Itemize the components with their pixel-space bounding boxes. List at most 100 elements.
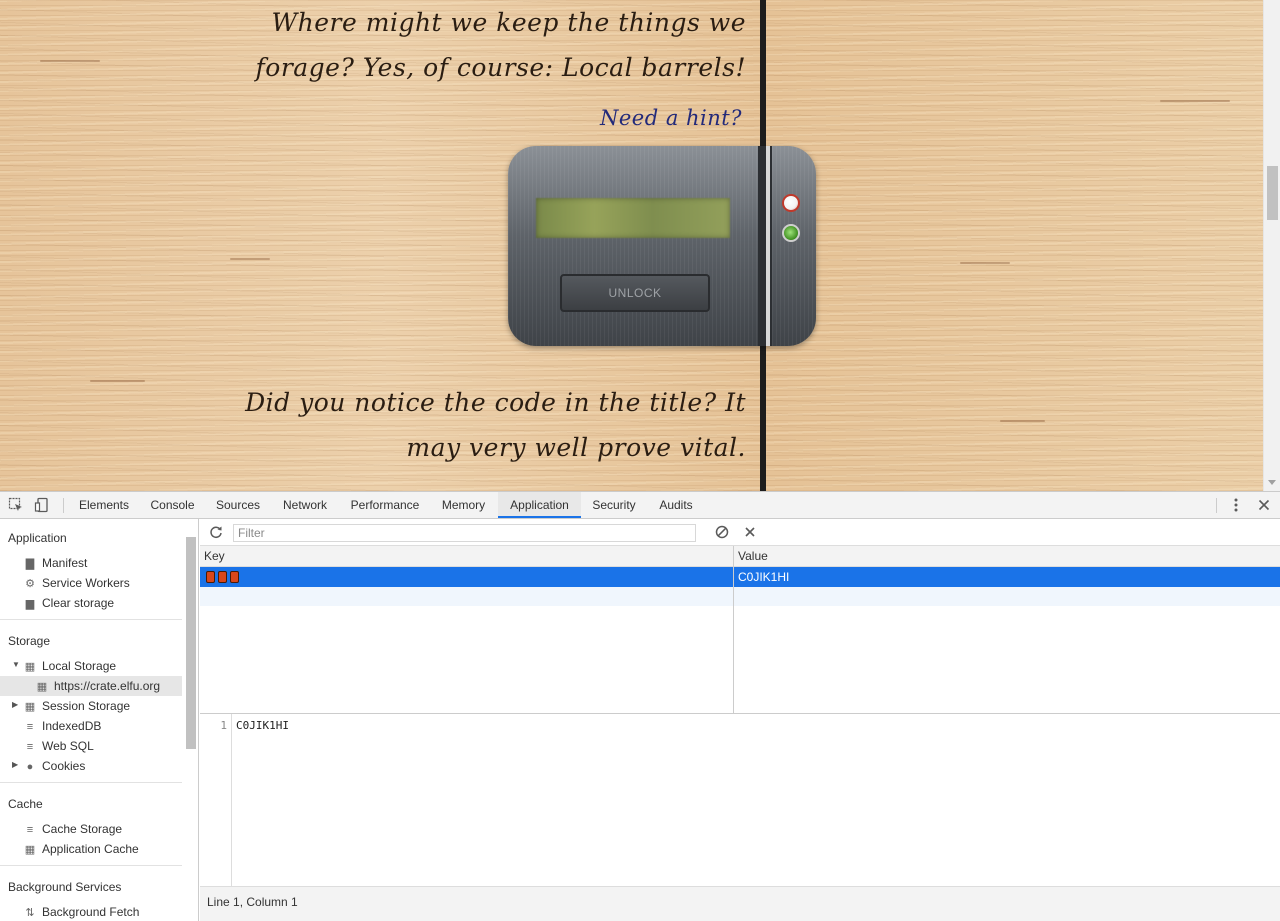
line-gutter: 1	[200, 714, 232, 887]
sidebar-item-label: https://crate.elfu.org	[54, 679, 161, 693]
sidebar-item-label: Cookies	[42, 759, 86, 773]
close-devtools-icon[interactable]	[1256, 497, 1272, 513]
database-icon: ≡	[26, 741, 34, 753]
grid-icon: ▦	[24, 844, 36, 856]
cookie-icon: ●	[26, 761, 34, 773]
column-divider[interactable]	[733, 546, 734, 713]
status-light-red	[782, 194, 800, 212]
sidebar-divider	[0, 865, 182, 866]
tab-sources[interactable]: Sources	[208, 492, 268, 518]
page-text-line: forage? Yes, of course: Local barrels!	[255, 53, 746, 82]
sidebar-item-local-storage-origin[interactable]: ▦ https://crate.elfu.org	[0, 676, 182, 696]
page-text-line: may very well prove vital.	[406, 433, 746, 462]
sidebar-item-background-fetch[interactable]: ⇅ Background Fetch	[24, 902, 139, 921]
tab-audits[interactable]: Audits	[648, 492, 704, 518]
wood-grain	[230, 258, 270, 260]
lock-display	[536, 198, 730, 238]
toolbar-divider	[1216, 498, 1217, 513]
wood-grain	[40, 60, 100, 62]
filter-toolbar	[200, 519, 1280, 546]
barrel-icon	[230, 571, 239, 583]
sidebar-item-local-storage[interactable]: ▦ Local Storage	[24, 656, 116, 676]
grid-icon: ▦	[24, 661, 36, 673]
status-bar: Line 1, Column 1	[200, 886, 1280, 921]
device-toggle-icon[interactable]	[34, 497, 50, 513]
tab-memory[interactable]: Memory	[433, 492, 494, 518]
sidebar-divider	[0, 619, 182, 620]
column-header-key[interactable]: Key	[200, 546, 225, 567]
sidebar-scrollbar[interactable]	[184, 519, 198, 921]
sidebar-section-background-services: Background Services	[8, 880, 122, 894]
unlock-button[interactable]: UNLOCK	[560, 274, 710, 312]
sidebar-item-label: Local Storage	[42, 659, 117, 673]
value-cell[interactable]: C0JIK1HI	[734, 567, 789, 587]
storage-grid-header: Key Value	[200, 546, 1280, 567]
grid-icon: ▦	[24, 701, 36, 713]
sidebar-section-storage: Storage	[8, 634, 51, 648]
sidebar-scroll-thumb[interactable]	[186, 537, 196, 749]
sidebar-section-application: Application	[8, 531, 67, 545]
sidebar-item-application-cache[interactable]: ▦ Application Cache	[24, 839, 139, 859]
page-scroll-thumb[interactable]	[1267, 166, 1278, 220]
collapsed-triangle-icon[interactable]: ▶	[12, 700, 18, 709]
filter-input[interactable]	[233, 524, 696, 542]
inspect-element-icon[interactable]	[8, 497, 24, 513]
more-options-icon[interactable]	[1228, 497, 1244, 513]
hint-link[interactable]: Need a hint?	[600, 106, 742, 130]
collapsed-triangle-icon[interactable]: ▶	[12, 760, 18, 769]
wood-grain	[1000, 420, 1045, 422]
database-icon: ≡	[26, 824, 34, 836]
devtools-panel: Elements Console Sources Network Perform…	[0, 491, 1280, 921]
sidebar-item-session-storage[interactable]: ▦ Session Storage	[24, 696, 130, 716]
page-scrollbar[interactable]	[1263, 0, 1280, 491]
sidebar-item-label: Session Storage	[42, 699, 131, 713]
database-icon: ≡	[26, 721, 34, 733]
tab-elements[interactable]: Elements	[72, 492, 136, 518]
wood-grain	[1160, 100, 1230, 102]
cursor-position: Line 1, Column 1	[207, 895, 298, 909]
tab-application[interactable]: Application	[498, 492, 581, 518]
page-viewport: Where might we keep the things we forage…	[0, 0, 1280, 491]
sidebar-divider	[0, 782, 182, 783]
gear-icon: ⚙	[25, 578, 35, 590]
delete-selected-icon[interactable]	[742, 524, 758, 540]
tab-console[interactable]: Console	[141, 492, 204, 518]
sidebar-item-label: Web SQL	[42, 739, 94, 753]
clear-all-icon[interactable]	[714, 524, 730, 540]
sidebar-item-clear-storage[interactable]: ▆ Clear storage	[24, 593, 114, 613]
tab-security[interactable]: Security	[585, 492, 643, 518]
sidebar-item-cookies[interactable]: ● Cookies	[24, 756, 86, 776]
scroll-down-arrow-icon[interactable]	[1268, 480, 1276, 485]
page-text-line: Where might we keep the things we	[271, 8, 746, 37]
table-row-empty[interactable]	[200, 587, 1280, 606]
storage-view: Key Value C0JIK1HI 1 C0JIK1HI Line 1, Co…	[200, 519, 1280, 921]
sidebar-item-service-workers[interactable]: ⚙ Service Workers	[24, 573, 130, 593]
refresh-icon[interactable]	[208, 524, 224, 540]
sidebar-item-label: IndexedDB	[42, 719, 102, 733]
sidebar-item-indexeddb[interactable]: ≡ IndexedDB	[24, 716, 102, 736]
wood-grain	[960, 262, 1010, 264]
status-light-green	[782, 224, 800, 242]
toolbar-divider	[63, 498, 64, 513]
trash-icon: ▆	[25, 598, 35, 610]
lock-device: UNLOCK	[508, 146, 816, 346]
up-down-arrows-icon: ⇅	[25, 907, 35, 919]
column-header-value[interactable]: Value	[734, 546, 768, 567]
tab-network[interactable]: Network	[273, 492, 337, 518]
table-row[interactable]: C0JIK1HI	[200, 567, 1280, 587]
line-number: 1	[220, 719, 227, 732]
sidebar-item-web-sql[interactable]: ≡ Web SQL	[24, 736, 94, 756]
sidebar-item-cache-storage[interactable]: ≡ Cache Storage	[24, 819, 122, 839]
barrel-icon	[206, 571, 215, 583]
sidebar-item-manifest[interactable]: ▇ Manifest	[24, 553, 88, 573]
tab-performance[interactable]: Performance	[342, 492, 428, 518]
sidebar-section-cache: Cache	[8, 797, 43, 811]
device-seam-light	[766, 146, 770, 346]
page-text-line: Did you notice the code in the title? It	[245, 388, 746, 417]
expanded-triangle-icon[interactable]: ▼	[12, 660, 20, 669]
devtools-toolbar: Elements Console Sources Network Perform…	[0, 492, 1280, 519]
preview-text[interactable]: C0JIK1HI	[236, 719, 289, 732]
key-cell[interactable]	[202, 567, 242, 587]
sidebar-item-label: Service Workers	[42, 576, 130, 590]
sidebar-item-label: Clear storage	[42, 596, 115, 610]
